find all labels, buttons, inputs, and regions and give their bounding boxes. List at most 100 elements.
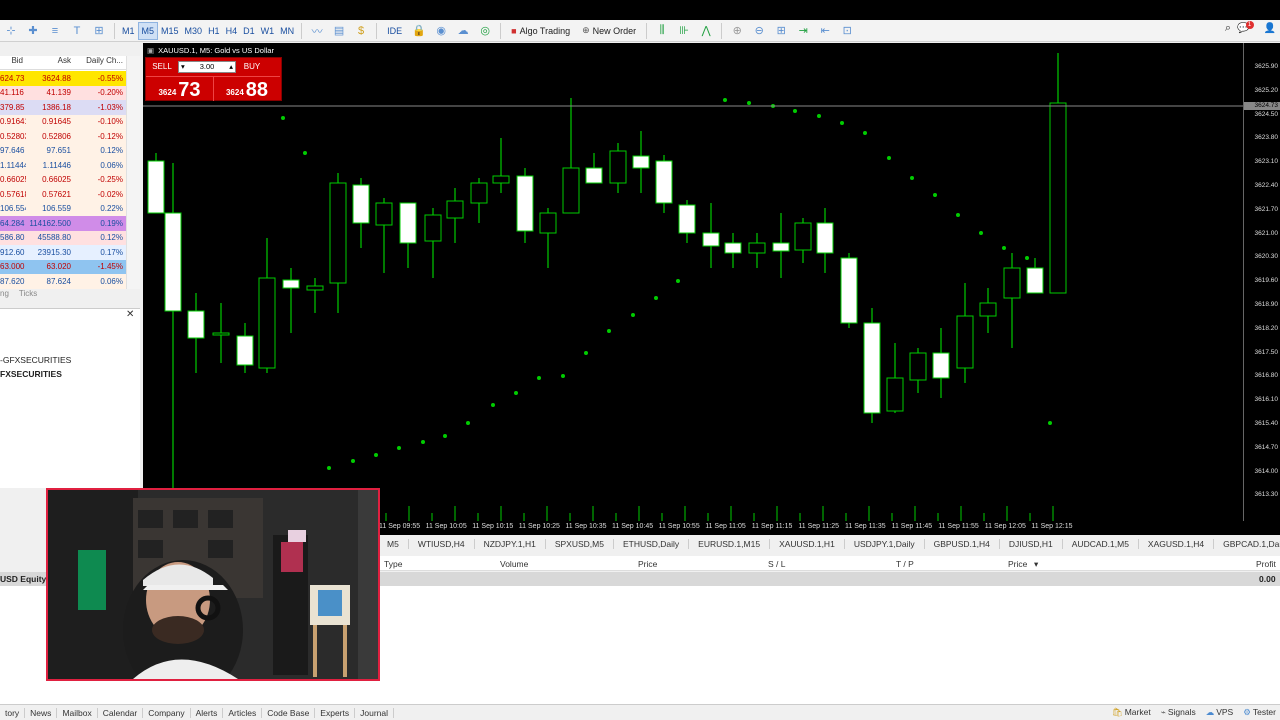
navigator-item[interactable]: FXSECURITIES: [0, 369, 62, 379]
lock-icon[interactable]: 🔒: [410, 22, 428, 40]
market-watch-row[interactable]: 0.91641 0.91645 -0.10%: [0, 114, 126, 129]
market-watch-row[interactable]: 64.284 114162.500 0.19%: [0, 216, 126, 231]
toolbox-tab[interactable]: News: [25, 707, 58, 718]
market-watch-row[interactable]: 97.646 97.651 0.12%: [0, 143, 126, 158]
notifications-icon[interactable]: 💬1: [1237, 21, 1257, 34]
navigator-item[interactable]: -GFXSECURITIES: [0, 355, 71, 365]
grid-icon[interactable]: ⊞: [772, 22, 790, 40]
cursor-icon[interactable]: ⊹: [2, 22, 20, 40]
search-icon[interactable]: ⌕: [1225, 22, 1231, 35]
sell-price[interactable]: 3624 73: [146, 76, 213, 101]
chart-tab[interactable]: WTIUSD,H4: [409, 538, 475, 549]
market-watch-row[interactable]: 87.620 87.624 0.06%: [0, 274, 126, 289]
market-watch-row[interactable]: 624.73 3624.88 -0.55%: [0, 71, 126, 86]
col-sl[interactable]: S / L: [768, 559, 785, 569]
price-scale[interactable]: 3624.73 3625.90 3625.20 3624.50 3623.80 3623…: [1243, 43, 1280, 521]
zoom-out-icon[interactable]: ⊖: [750, 22, 768, 40]
ide-button[interactable]: IDE: [381, 22, 408, 40]
lines-icon[interactable]: ≡: [46, 22, 64, 40]
volume-stepper[interactable]: ▾ 3.00 ▴: [178, 60, 236, 73]
sell-button[interactable]: SELL: [146, 62, 178, 71]
timeframe-w1[interactable]: W1: [258, 22, 278, 40]
account-icon[interactable]: 👤: [1264, 23, 1276, 34]
market-watch-row[interactable]: 0.57618 0.57621 -0.02%: [0, 187, 126, 202]
col-price-current[interactable]: Price: [1008, 559, 1027, 569]
bars-icon[interactable]: ⊪: [675, 22, 693, 40]
signal-icon[interactable]: ◉: [432, 22, 450, 40]
vps-link[interactable]: ☁ VPS: [1206, 707, 1234, 718]
globe-icon[interactable]: ◎: [476, 22, 494, 40]
toolbox-tab[interactable]: Code Base: [262, 707, 316, 718]
col-volume[interactable]: Volume: [500, 559, 528, 569]
templates-icon[interactable]: ▤: [330, 22, 348, 40]
volume-up-icon[interactable]: ▴: [229, 62, 233, 71]
text-icon[interactable]: T: [68, 22, 86, 40]
market-watch-row[interactable]: 1.11444 1.11446 0.06%: [0, 158, 126, 173]
col-price[interactable]: Price: [638, 559, 657, 569]
toolbox-tab[interactable]: Company: [143, 707, 191, 718]
timeframe-h4[interactable]: H4: [223, 22, 241, 40]
col-profit[interactable]: Profit: [1256, 559, 1276, 569]
dollar-icon[interactable]: $: [352, 22, 370, 40]
toolbox-tab[interactable]: Mailbox: [57, 707, 98, 718]
buy-button[interactable]: BUY: [236, 62, 268, 71]
toolbox-tab[interactable]: Experts: [315, 707, 356, 718]
timeframe-mn[interactable]: MN: [277, 22, 297, 40]
tester-link[interactable]: ⚙ Tester: [1243, 707, 1276, 718]
market-watch-row[interactable]: 0.52803 0.52806 -0.12%: [0, 129, 126, 144]
signals-link[interactable]: ⌁ Signals: [1161, 707, 1196, 718]
buy-price[interactable]: 3624 88: [213, 76, 280, 101]
market-link[interactable]: 🛍 Market: [1112, 707, 1151, 718]
shapes-icon[interactable]: ⊞: [90, 22, 108, 40]
tab-trading[interactable]: ng: [0, 289, 9, 301]
chart-tab[interactable]: M5: [378, 538, 409, 549]
chart-shift-icon[interactable]: ⇤: [816, 22, 834, 40]
header-change[interactable]: Daily Ch...: [74, 56, 126, 69]
timeframe-m15[interactable]: M15: [158, 22, 182, 40]
chart-tab[interactable]: USDJPY.1,Daily: [845, 538, 925, 549]
toolbox-tab[interactable]: Calendar: [98, 707, 144, 718]
timeframe-m1[interactable]: M1: [119, 22, 138, 40]
market-watch-row[interactable]: 586.80 45588.80 0.12%: [0, 230, 126, 245]
chart-tab[interactable]: XAGUSD.1,H4: [1139, 538, 1215, 549]
toolbox-tab[interactable]: tory: [0, 707, 26, 718]
col-tp[interactable]: T / P: [896, 559, 914, 569]
chart-tab[interactable]: XAUUSD.1,H1: [770, 538, 845, 549]
volume-down-icon[interactable]: ▾: [181, 62, 185, 71]
header-bid[interactable]: Bid: [0, 56, 26, 69]
volume-value[interactable]: 3.00: [200, 62, 215, 71]
screenshot-icon[interactable]: ⊡: [838, 22, 856, 40]
market-watch-row[interactable]: 0.66025 0.66025 -0.25%: [0, 172, 126, 187]
chart-type-icon[interactable]: 〰: [308, 22, 326, 40]
chart-tab[interactable]: EURUSD.1,M15: [689, 538, 771, 549]
col-type[interactable]: Type: [384, 559, 402, 569]
depth-icon[interactable]: ⫼: [653, 22, 671, 40]
market-watch-scrollbar[interactable]: [126, 56, 140, 289]
toolbox-tab[interactable]: Articles: [223, 707, 263, 718]
timeframe-m5[interactable]: M5: [137, 21, 159, 40]
market-watch-row[interactable]: 63.000 63.020 -1.45%: [0, 259, 126, 274]
toolbox-tab[interactable]: Journal: [355, 707, 395, 718]
cloud-icon[interactable]: ☁: [454, 22, 472, 40]
market-watch-row[interactable]: 106.554 106.559 0.22%: [0, 201, 126, 216]
algo-trading-button[interactable]: ■ Algo Trading: [505, 22, 576, 40]
chart-tab[interactable]: SPXUSD,M5: [546, 538, 614, 549]
close-icon[interactable]: ✕: [126, 309, 134, 320]
timeframe-d1[interactable]: D1: [240, 22, 258, 40]
chart-tab[interactable]: AUDCAD.1,M5: [1063, 538, 1139, 549]
market-watch-row[interactable]: 379.85 1386.18 -1.03%: [0, 100, 126, 115]
market-watch-row[interactable]: 912.60 23915.30 0.17%: [0, 245, 126, 260]
chart-tab[interactable]: ETHUSD,Daily: [614, 538, 690, 549]
new-order-button[interactable]: ⊕ New Order: [576, 22, 642, 40]
chart-tab[interactable]: GBPCAD.1,Daily: [1214, 539, 1280, 549]
price-chart[interactable]: [143, 43, 1243, 521]
toolbox-tab[interactable]: Alerts: [191, 707, 224, 718]
crosshair-icon[interactable]: ✚: [24, 22, 42, 40]
zoom-in-icon[interactable]: ⊕: [728, 22, 746, 40]
tab-ticks[interactable]: Ticks: [19, 289, 37, 301]
market-watch-row[interactable]: 41.116 41.139 -0.20%: [0, 85, 126, 100]
chart-tab[interactable]: NZDJPY.1,H1: [475, 538, 546, 549]
header-ask[interactable]: Ask: [26, 56, 74, 69]
chart-tab[interactable]: GBPUSD.1,H4: [925, 538, 1000, 549]
timeframe-h1[interactable]: H1: [205, 22, 223, 40]
